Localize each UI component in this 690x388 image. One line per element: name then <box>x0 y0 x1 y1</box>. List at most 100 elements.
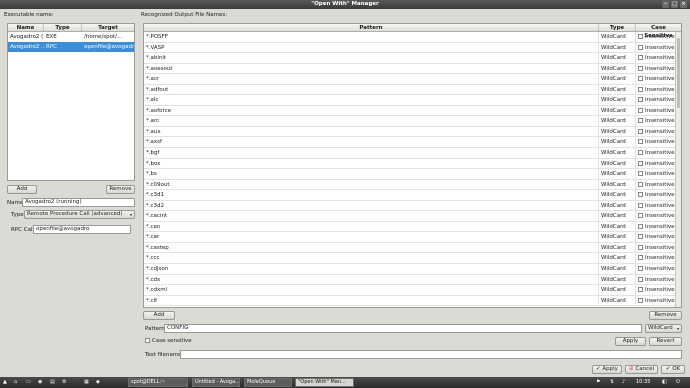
checkbox-icon[interactable] <box>638 192 643 198</box>
minimize-button[interactable]: – <box>662 1 669 8</box>
pattern-row[interactable]: *.POSFF WildCard Insensitive <box>144 32 681 43</box>
pattern-row[interactable]: *.cacint WildCard Insensitive <box>144 211 681 222</box>
checkbox-icon[interactable] <box>638 150 643 156</box>
pattern-row[interactable]: *.cdxml WildCard Insensitive <box>144 285 681 296</box>
remove-executable-button[interactable]: Remove <box>106 185 135 194</box>
pattern-row[interactable]: *.cif WildCard Insensitive <box>144 295 681 307</box>
checkbox-icon[interactable] <box>638 276 643 282</box>
revert-pattern-button[interactable]: Revert <box>649 337 682 346</box>
pattern-row[interactable]: *.aux WildCard Insensitive <box>144 126 681 138</box>
checkbox-icon[interactable] <box>638 128 643 134</box>
pattern-row[interactable]: *.alc WildCard Insensitive <box>144 95 681 106</box>
browser-icon[interactable]: ◉ <box>38 378 42 387</box>
name-field[interactable]: Avogadro2 (running) <box>22 198 135 207</box>
pattern-row[interactable]: *.cdjson WildCard Insensitive <box>144 264 681 275</box>
checkbox-icon[interactable] <box>638 266 643 272</box>
checkbox-icon[interactable] <box>638 76 643 82</box>
app-icon[interactable]: ◆ <box>96 378 100 387</box>
home-icon[interactable]: ⌂ <box>14 378 17 387</box>
checkbox-icon[interactable] <box>638 171 643 177</box>
pattern-row[interactable]: *.ccc WildCard Insensitive <box>144 253 681 265</box>
pattern-row[interactable]: *.can WildCard Insensitive <box>144 221 681 233</box>
flag-icon[interactable]: ⚑ <box>596 378 600 387</box>
checkbox-icon[interactable] <box>638 234 643 240</box>
pattern-scrollbar[interactable] <box>675 32 681 307</box>
case-sensitive-checkbox[interactable]: Case sensitive <box>145 338 192 344</box>
table-row[interactable]: Avogadro2 (... EXE /home/spot/... <box>8 32 134 42</box>
settings-icon[interactable]: ⚙ <box>62 378 66 387</box>
checkbox-icon[interactable] <box>638 107 643 113</box>
clock[interactable]: 10:35 <box>636 378 650 387</box>
checkbox-icon[interactable] <box>638 97 643 103</box>
checkbox-icon[interactable] <box>638 213 643 219</box>
pattern-field[interactable]: CONFIG <box>164 324 642 333</box>
col-target[interactable]: Target <box>82 24 134 31</box>
checkbox-icon[interactable] <box>638 202 643 208</box>
type-select[interactable]: Remote Procedure Call (advanced) ▾ <box>24 210 135 219</box>
checkbox-icon[interactable] <box>638 287 643 293</box>
add-pattern-button[interactable]: Add <box>143 311 175 320</box>
patterns-table[interactable]: Pattern Type Case Sensitive *.POSFF WildC… <box>143 23 682 308</box>
col-pattern[interactable]: Pattern <box>144 24 599 31</box>
pattern-row[interactable]: *.abinit WildCard Insensitive <box>144 53 681 64</box>
dialog-cancel-button[interactable]: ⊘ Cancel <box>625 365 658 374</box>
desktop-icon[interactable]: ▦ <box>84 378 89 387</box>
checkbox-icon[interactable] <box>638 139 643 145</box>
maximize-button[interactable]: □ <box>671 1 678 8</box>
col-name[interactable]: Name <box>8 24 44 31</box>
checkbox-icon[interactable] <box>638 118 643 124</box>
menu-icon[interactable]: ▲ <box>3 378 7 387</box>
table-row-selected[interactable]: Avogadro2 ... RPC openfile@avogadro <box>8 42 134 52</box>
pattern-row[interactable]: *.c3d1 WildCard Insensitive <box>144 190 681 201</box>
dialog-apply-button[interactable]: ✔ Apply <box>592 365 622 374</box>
checkbox-icon[interactable] <box>638 86 643 92</box>
col-type[interactable]: Type <box>44 24 82 31</box>
pattern-row[interactable]: *.arc WildCard Insensitive <box>144 116 681 127</box>
dialog-ok-button[interactable]: ✔ OK <box>661 365 685 374</box>
pattern-row[interactable]: *.adfout WildCard Insensitive <box>144 84 681 96</box>
test-filename-field[interactable] <box>180 350 682 359</box>
pattern-type-select[interactable]: WildCard ▾ <box>645 324 682 333</box>
rpc-field[interactable]: openfile@avogadro <box>33 225 131 234</box>
pattern-row[interactable]: *.c09out WildCard Insensitive <box>144 179 681 191</box>
scrollbar-thumb[interactable] <box>677 38 680 108</box>
window-titlebar[interactable]: "Open With" Manager – □ × <box>0 0 690 9</box>
pattern-row[interactable]: *.aoforce WildCard Insensitive <box>144 105 681 117</box>
pattern-row[interactable]: *.aoesout WildCard Insensitive <box>144 63 681 75</box>
pattern-row[interactable]: *.VASP WildCard Insensitive <box>144 42 681 54</box>
pattern-row[interactable]: *.acr WildCard Insensitive <box>144 74 681 85</box>
pattern-row[interactable]: *.box WildCard Insensitive <box>144 158 681 170</box>
pattern-row[interactable]: *.bgf WildCard Insensitive <box>144 148 681 159</box>
pattern-row[interactable]: *.castep WildCard Insensitive <box>144 242 681 254</box>
pattern-row[interactable]: *.c3d2 WildCard Insensitive <box>144 200 681 212</box>
checkbox-icon[interactable] <box>638 297 643 303</box>
add-executable-button[interactable]: Add <box>7 185 37 194</box>
task-terminal[interactable]: spot@DELL:~ <box>128 378 188 387</box>
checkbox-icon[interactable] <box>638 55 643 61</box>
checkbox-icon[interactable] <box>638 34 643 39</box>
network-icon[interactable]: ⇅ <box>610 378 614 387</box>
pattern-row[interactable]: *.bs WildCard Insensitive <box>144 169 681 180</box>
checkbox-icon[interactable] <box>638 244 643 250</box>
checkbox-icon[interactable] <box>638 223 643 229</box>
apply-pattern-button[interactable]: Apply <box>615 337 646 346</box>
notification-icon[interactable]: ◧ <box>662 378 667 387</box>
col-pattern-type[interactable]: Type <box>599 24 636 31</box>
volume-icon[interactable]: ♪ <box>622 378 625 387</box>
power-icon[interactable]: ⏻ <box>676 378 680 387</box>
remove-pattern-button[interactable]: Remove <box>649 311 682 320</box>
pattern-row[interactable]: *.cdx WildCard Insensitive <box>144 274 681 286</box>
col-case[interactable]: Case Sensitive <box>636 24 681 39</box>
task-molequeue[interactable]: MoleQueue <box>244 378 292 387</box>
pattern-row[interactable]: *.car WildCard Insensitive <box>144 232 681 243</box>
terminal-icon[interactable]: ▭ <box>26 378 31 387</box>
close-button[interactable]: × <box>680 1 687 8</box>
executables-table[interactable]: Name Type Target Avogadro2 (... EXE /hom… <box>7 23 135 181</box>
task-open-with[interactable]: "Open With" Man... <box>295 378 354 387</box>
checkbox-icon[interactable] <box>638 255 643 261</box>
checkbox-icon[interactable] <box>145 338 150 343</box>
checkbox-icon[interactable] <box>638 44 643 50</box>
files-icon[interactable]: ▤ <box>50 378 55 387</box>
checkbox-icon[interactable] <box>638 65 643 71</box>
checkbox-icon[interactable] <box>638 181 643 187</box>
